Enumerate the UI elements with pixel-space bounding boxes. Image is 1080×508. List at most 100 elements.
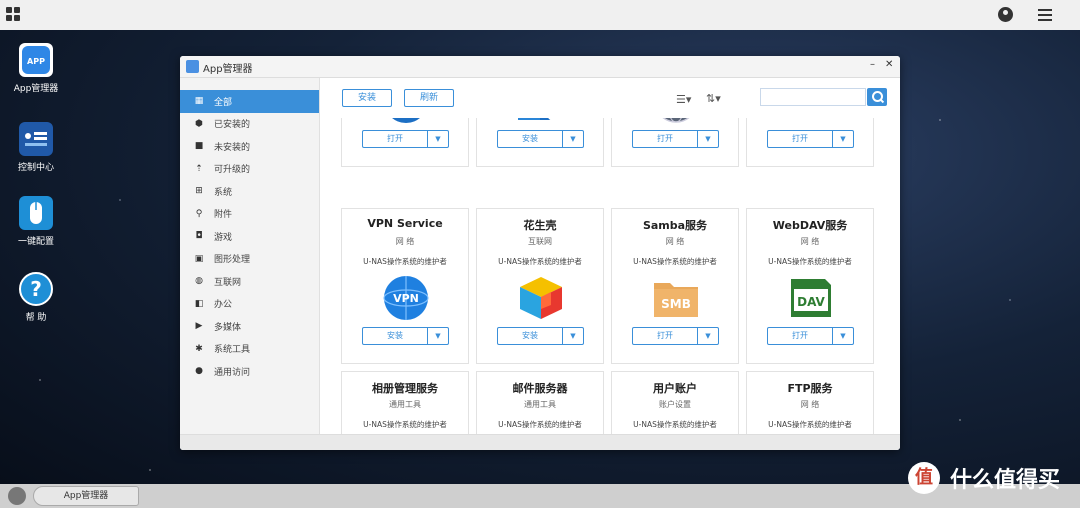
sidebar-item-label: 图形处理 [214,255,251,266]
app-action-label[interactable]: 安装 [498,131,563,147]
dropdown-arrow-icon[interactable]: ▼ [428,328,448,344]
dropdown-arrow-icon[interactable]: ▼ [833,131,853,147]
sidebar-item-installed[interactable]: ⬢ 已安装的 [180,113,319,136]
app-card[interactable]: 打开 ▼ [746,118,874,167]
sidebar-item-person[interactable]: ● 通用访问 [180,360,319,383]
dropdown-arrow-icon[interactable]: ▼ [833,328,853,344]
app-action-button[interactable]: 打开 ▼ [632,130,719,148]
dropdown-arrow-icon[interactable]: ▼ [563,131,583,147]
paperclip-icon: ⚲ [195,208,203,219]
app-action-label[interactable]: 打开 [633,328,698,344]
sidebar-item-globe[interactable]: ◍ 互联网 [180,270,319,293]
start-button[interactable] [8,487,26,505]
app-developer: U-NAS操作系统的维护者 [633,257,717,266]
app-card[interactable]: 花生壳 互联网 U-NAS操作系统的维护者 安装 ▼ [476,208,604,364]
gear-icon: ✱ [195,343,203,354]
app-launcher-icon[interactable] [6,7,20,21]
app-category: 账户设置 [659,400,691,409]
app-action-button[interactable]: 打开 ▼ [767,130,854,148]
sidebar-item-briefcase[interactable]: ◧ 办公 [180,293,319,316]
dropdown-arrow-icon[interactable]: ▼ [563,328,583,344]
dropdown-arrow-icon[interactable]: ▼ [428,131,448,147]
view-toggle-icon[interactable]: ☰▾ [676,93,691,106]
app-action-button[interactable]: 打开 ▼ [362,130,449,148]
dropdown-arrow-icon[interactable]: ▼ [698,328,718,344]
app-action-label[interactable]: 安装 [363,328,428,344]
app-card[interactable]: 打开 ▼ [341,118,469,167]
install-button[interactable]: 安装 [342,89,392,107]
minimize-button[interactable]: – [870,59,875,70]
app-name: 邮件服务器 [512,382,568,395]
search-button[interactable] [867,88,887,106]
taskbar-item-app-manager[interactable]: App管理器 [33,486,139,506]
sidebar-item-upgrade[interactable]: ⇡ 可升级的 [180,158,319,181]
app-developer: U-NAS操作系统的维护者 [768,420,852,429]
app-manager-window: App管理器 – ✕ ▦ 全部 ⬢ 已安装的 ■ 未安装的 ⇡ 可升级的 ⊞ 系统 ⚲ 附件 ◘ 游戏 ▣ 图… [180,56,900,450]
globe-icon: ◍ [195,276,203,287]
app-category: 通用工具 [389,400,421,409]
app-action-button[interactable]: 打开 ▼ [632,327,719,345]
desktop-icon-app-manager[interactable]: APP App管理器 [0,43,72,94]
sidebar-item-gear[interactable]: ✱ 系统工具 [180,338,319,361]
app-action-label[interactable]: 打开 [768,131,833,147]
sidebar-item-not-installed[interactable]: ■ 未安装的 [180,135,319,158]
app-action-button[interactable]: 安装 ▼ [497,327,584,345]
desktop-icon-label: App管理器 [13,84,59,94]
app-card[interactable]: WebDAV服务网 络 U-NAS操作系统的维护者 DAV 打开 ▼ [746,208,874,364]
dropdown-arrow-icon[interactable]: ▼ [698,131,718,147]
sort-toggle-icon[interactable]: ⇅▾ [706,92,721,105]
control-panel-icon [788,118,834,124]
desktop-icon-control-center[interactable]: 控制中心 [0,122,72,173]
app-grid: 打开▼ISO安装▼打开▼打开▼VPN Service网 络U-NAS操作系统的维… [320,118,900,434]
iso-folder-icon: ISO [518,118,564,124]
app-action-label[interactable]: 安装 [498,328,563,344]
app-card[interactable]: 邮件服务器 通用工具 U-NAS操作系统的维护者 [476,371,604,434]
app-action-button[interactable]: 打开 ▼ [767,327,854,345]
sidebar-item-paperclip[interactable]: ⚲ 附件 [180,203,319,226]
app-card[interactable]: 用户账户 账户设置 U-NAS操作系统的维护者 [611,371,739,434]
mouse-icon [19,196,53,230]
app-action-label[interactable]: 打开 [633,131,698,147]
desktop-icon-label: 控制中心 [17,163,54,173]
sidebar-item-label: 全部 [214,97,233,108]
app-action-button[interactable]: 安装 ▼ [497,130,584,148]
desktop-icon-label: 一键配置 [17,237,54,247]
app-name: Samba服务 [642,219,708,232]
window-title: App管理器 [203,64,253,75]
menu-icon[interactable] [1038,9,1052,24]
window-app-icon [186,60,199,73]
app-card[interactable]: FTP服务网 络 U-NAS操作系统的维护者 [746,371,874,434]
desktop-icon-help[interactable]: ? 帮 助 [0,272,72,323]
sidebar-item-windows[interactable]: ⊞ 系统 [180,180,319,203]
refresh-button[interactable]: 刷新 [404,89,454,107]
sidebar-item-gamepad[interactable]: ◘ 游戏 [180,225,319,248]
close-button[interactable]: ✕ [885,59,893,70]
sidebar-item-label: 系统 [214,187,233,198]
app-action-button[interactable]: 安装 ▼ [362,327,449,345]
app-card[interactable]: 相册管理服务 通用工具 U-NAS操作系统的维护者 [341,371,469,434]
app-category: 网 络 [665,237,685,246]
sidebar-item-grid[interactable]: ▦ 全部 [180,90,319,113]
app-action-label[interactable]: 打开 [363,131,428,147]
app-card[interactable]: Samba服务网 络 U-NAS操作系统的维护者 SMB 打开 ▼ [611,208,739,364]
smb-folder-icon: SMB [653,275,699,321]
sidebar-item-label: 游戏 [214,232,233,243]
window-titlebar[interactable]: App管理器 – ✕ [180,56,900,78]
app-action-label[interactable]: 打开 [768,328,833,344]
search-input[interactable] [760,88,866,106]
app-card[interactable]: 打开 ▼ [611,118,739,167]
app-card[interactable]: VPN Service 网 络 U-NAS操作系统的维护者 VPN 安装 ▼ [341,208,469,364]
app-category: 网 络 [800,237,820,246]
help-icon: ? [19,272,53,306]
document-info-icon [383,118,429,124]
desktop-icon-quick-setup[interactable]: 一键配置 [0,196,72,247]
user-icon[interactable] [998,7,1013,22]
sidebar-item-play[interactable]: ▶ 多媒体 [180,315,319,338]
sidebar-item-image[interactable]: ▣ 图形处理 [180,248,319,271]
status-bar [180,434,900,450]
sidebar-item-label: 未安装的 [214,142,251,153]
app-developer: U-NAS操作系统的维护者 [498,420,582,429]
app-developer: U-NAS操作系统的维护者 [633,420,717,429]
app-card[interactable]: ISO 安装▼ [476,118,604,167]
person-icon: ● [195,366,203,377]
